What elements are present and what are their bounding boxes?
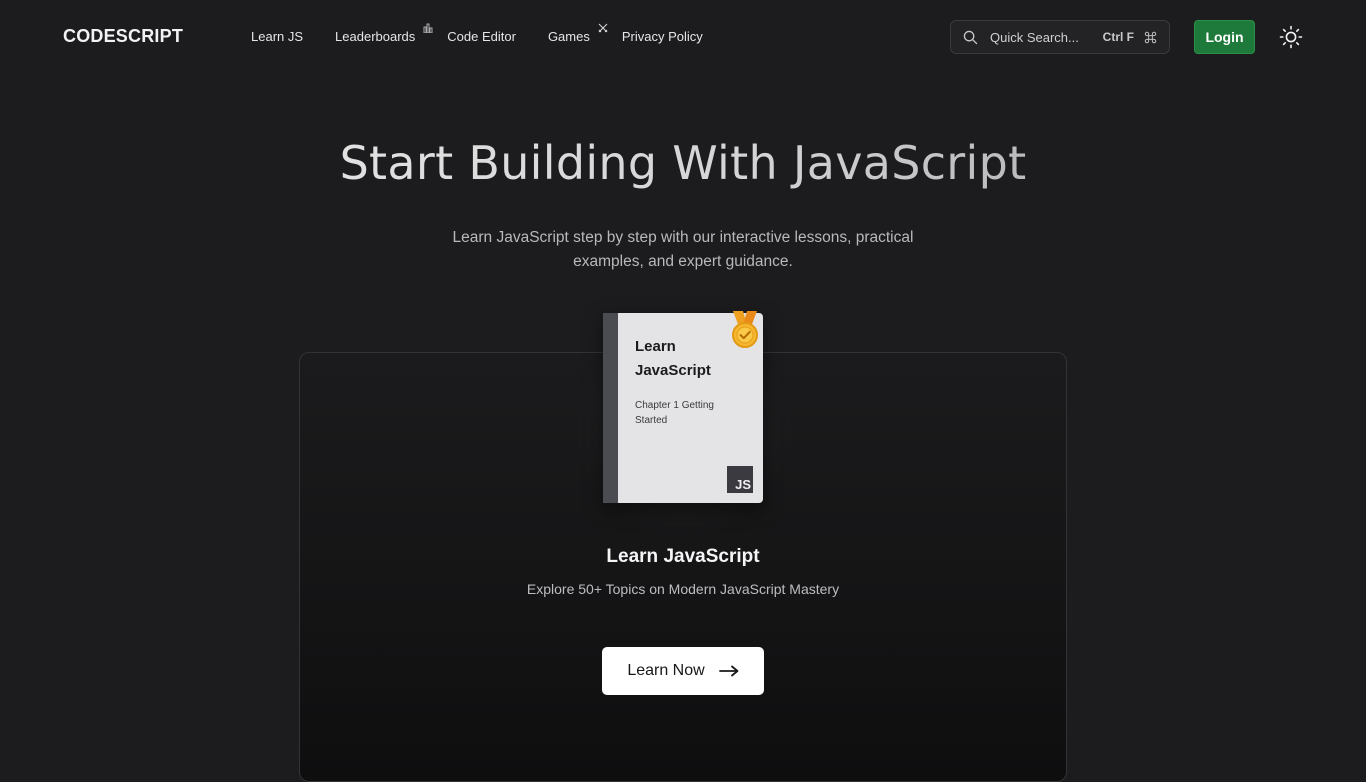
login-button[interactable]: Login: [1194, 20, 1255, 54]
nav-item-leaderboards[interactable]: Leaderboards: [335, 23, 433, 44]
command-icon: [1144, 31, 1157, 43]
learn-now-button[interactable]: Learn Now: [602, 647, 764, 695]
nav-link-leaderboards[interactable]: Leaderboards: [335, 29, 415, 44]
top-navbar: CODESCRIPT Learn JS Leaderboards Code Ed…: [0, 0, 1366, 74]
nav-link-learn-js[interactable]: Learn JS: [251, 29, 303, 44]
nav-link-privacy-policy[interactable]: Privacy Policy: [622, 29, 703, 44]
hero-title: Start Building With JavaScript: [0, 136, 1366, 190]
bar-chart-icon: [423, 23, 433, 33]
search-shortcut: Ctrl F: [1103, 30, 1157, 44]
search-shortcut-label: Ctrl F: [1102, 30, 1134, 44]
nav-item-games[interactable]: Games: [548, 23, 608, 44]
arrow-right-icon: [718, 665, 739, 677]
site-logo[interactable]: CODESCRIPT: [63, 26, 183, 47]
course-title: Learn JavaScript: [606, 546, 760, 567]
js-badge: JS: [727, 466, 753, 493]
quick-search[interactable]: Ctrl F: [950, 20, 1170, 54]
search-icon: [963, 30, 978, 44]
main-nav: Learn JS Leaderboards Code Editor Games …: [251, 23, 703, 44]
sun-icon[interactable]: [1279, 25, 1303, 49]
learn-now-label: Learn Now: [627, 662, 705, 679]
search-input[interactable]: [990, 29, 1090, 45]
book-chapter: Chapter 1 Getting Started: [635, 400, 714, 426]
crossed-swords-icon: [598, 23, 608, 33]
medal-icon: [732, 311, 758, 348]
nav-link-games[interactable]: Games: [548, 29, 590, 44]
course-description: Explore 50+ Topics on Modern JavaScript …: [526, 581, 840, 597]
nav-link-code-editor[interactable]: Code Editor: [447, 29, 516, 44]
book-spine: [603, 313, 618, 503]
hero-subtitle: Learn JavaScript step by step with our i…: [452, 229, 914, 270]
